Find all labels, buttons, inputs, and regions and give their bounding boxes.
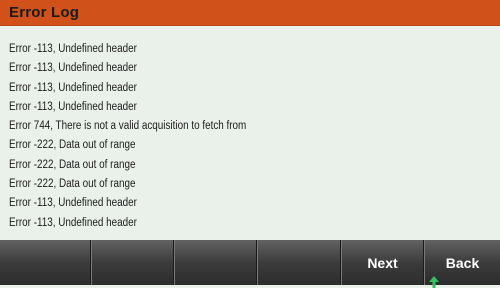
- page-title: Error Log: [9, 4, 80, 21]
- log-entry: Error -113, Undefined header: [9, 216, 137, 229]
- title-bar: Error Log: [0, 0, 500, 26]
- softkey-1-button[interactable]: [0, 240, 91, 285]
- back-label: Back: [445, 254, 480, 271]
- log-entry: Error -113, Undefined header: [9, 81, 137, 94]
- log-entry: Error -113, Undefined header: [9, 43, 137, 55]
- log-entry: Error -222, Data out of range: [9, 158, 136, 171]
- softkey-bar: Next Back: [0, 240, 500, 288]
- log-entry: Error 744, There is not a valid acquisit…: [9, 120, 247, 133]
- error-log-screen: Error Log Error -113, Undefined header E…: [0, 0, 500, 288]
- error-log-area: Error -113, Undefined header Error -113,…: [0, 26, 500, 240]
- softkey-2-button[interactable]: [91, 240, 174, 285]
- softkey-4-button[interactable]: [257, 240, 341, 285]
- log-entry: Error -113, Undefined header: [9, 197, 137, 210]
- log-entry: Error -222, Data out of range: [9, 139, 136, 152]
- log-entry: Error -113, Undefined header: [9, 100, 137, 113]
- back-button[interactable]: Back: [424, 240, 500, 288]
- up-arrow-icon: [429, 276, 439, 288]
- softkey-3-button[interactable]: [174, 240, 257, 285]
- next-label: Next: [367, 254, 398, 271]
- error-log-list: Error -113, Undefined header Error -113,…: [9, 40, 285, 233]
- next-button[interactable]: Next: [341, 240, 424, 285]
- log-entry: Error -222, Data out of range: [9, 178, 136, 191]
- log-entry: Error -113, Undefined header: [9, 62, 137, 75]
